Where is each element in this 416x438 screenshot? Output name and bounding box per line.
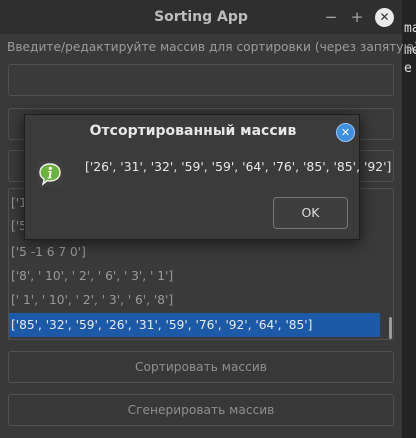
ok-button[interactable]: OK: [273, 197, 348, 229]
dialog-close-button[interactable]: ✕: [336, 123, 355, 142]
list-scrollbar[interactable]: [389, 317, 392, 339]
list-item-selected[interactable]: ['85', '32', '59', '26', '31', '59', '76…: [9, 313, 380, 337]
list-item[interactable]: ['5 -1 6 7 0']: [11, 241, 86, 263]
minimize-button[interactable]: −: [321, 7, 341, 27]
sort-button[interactable]: Сортировать массив: [8, 351, 394, 383]
close-window-button[interactable]: ✕: [375, 8, 394, 27]
info-icon: [37, 161, 63, 187]
array-input-field[interactable]: [8, 64, 394, 96]
dialog-title: Отсортированный массив: [89, 123, 297, 139]
generate-button[interactable]: Сгенерировать массив: [8, 394, 394, 426]
maximize-button[interactable]: +: [347, 7, 367, 27]
list-item[interactable]: ['8', ' 10', ' 2', ' 6', ' 3', ' 1']: [11, 265, 173, 287]
window-title: Sorting App: [154, 9, 248, 25]
sorted-array-dialog: Отсортированный массив ✕ ['26', '31', '3…: [24, 114, 391, 240]
dialog-message: ['26', '31', '32', '59', '59', '64', '76…: [85, 159, 392, 174]
instruction-label: Введите/редактируйте массив для сортиров…: [7, 40, 416, 54]
background-text-line: e: [404, 61, 412, 76]
background-text-line: ma: [404, 21, 416, 36]
list-item[interactable]: [' 1', ' 10', ' 2', ' 3', ' 6', '8']: [11, 289, 173, 311]
